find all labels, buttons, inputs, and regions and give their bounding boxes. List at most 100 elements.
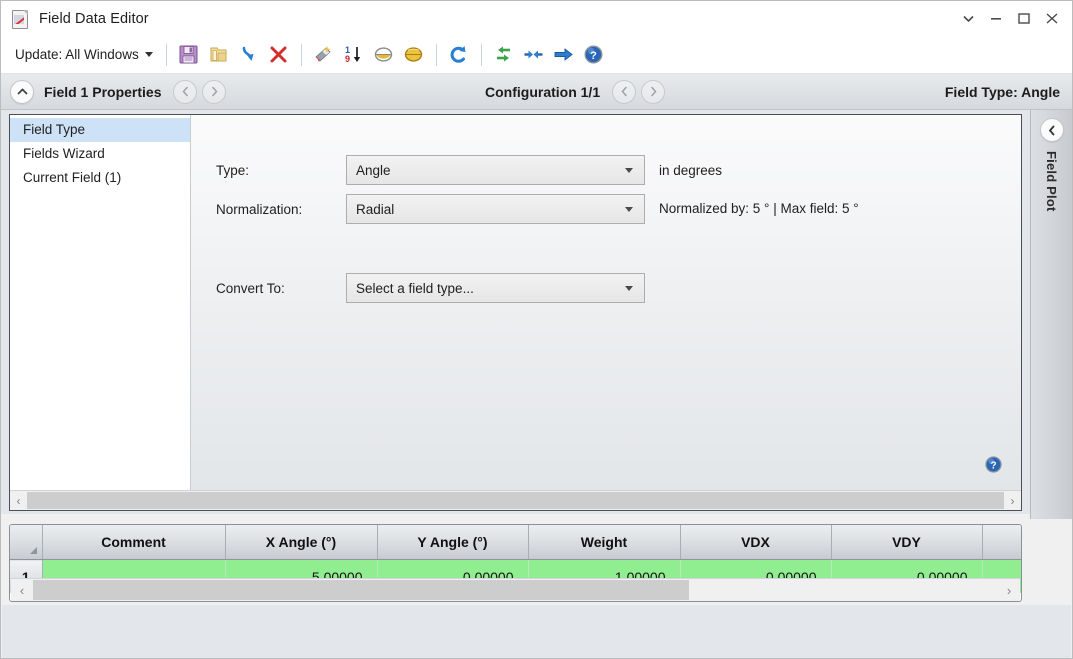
column-header-v[interactable]: V [982, 525, 1022, 560]
chevron-down-icon [625, 168, 633, 173]
panel-inner: Field Type Fields Wizard Current Field (… [10, 115, 1021, 490]
properties-navbar: Field 1 Properties Configuration 1/1 Fie… [1, 74, 1072, 110]
navbar-center-group: Configuration 1/1 [485, 80, 665, 104]
configuration-title: Configuration 1/1 [485, 84, 600, 100]
toolbar: Update: All Windows [1, 36, 1072, 74]
sidebar-item-current-field[interactable]: Current Field (1) [10, 166, 190, 190]
next-configuration-button[interactable] [641, 80, 665, 104]
chevron-down-icon [625, 207, 633, 212]
toolbar-separator [301, 44, 302, 66]
chevron-left-icon [620, 86, 629, 97]
navbar-left-group: Field 1 Properties [1, 80, 226, 104]
delete-button[interactable] [265, 41, 293, 69]
chevron-right-icon [210, 86, 219, 97]
column-header-weight[interactable]: Weight [528, 525, 680, 560]
chevron-down-icon [145, 52, 153, 57]
undo-button[interactable] [445, 41, 473, 69]
more-options-button[interactable] [954, 5, 982, 33]
convert-to-dropdown-value: Select a field type... [356, 281, 474, 296]
toolbar-separator [436, 44, 437, 66]
save-button[interactable] [175, 41, 203, 69]
ellipse-outline-button[interactable] [370, 41, 398, 69]
normalization-row: Normalization: Radial [216, 194, 645, 224]
window-title: Field Data Editor [39, 11, 149, 27]
chevron-down-icon [625, 286, 633, 291]
column-header-x-angle[interactable]: X Angle (°) [225, 525, 377, 560]
wizard-button[interactable] [310, 41, 338, 69]
convert-to-row: Convert To: Select a field type... [216, 273, 645, 303]
previous-field-button[interactable] [173, 80, 197, 104]
close-button[interactable] [1038, 5, 1066, 33]
apply-button[interactable] [550, 41, 578, 69]
type-row: Type: Angle [216, 155, 645, 185]
normalization-dropdown-value: Radial [356, 202, 394, 217]
sidebar-item-label: Fields Wizard [23, 146, 105, 161]
sidebar-item-label: Field Type [23, 122, 85, 137]
title-bar: Field Data Editor [1, 1, 1072, 36]
toolbar-separator [166, 44, 167, 66]
type-label: Type: [216, 163, 346, 178]
scroll-left-arrow[interactable]: ‹ [10, 495, 27, 507]
collapse-button[interactable] [520, 41, 548, 69]
grid-scroll-track[interactable] [33, 580, 998, 600]
svg-text:?: ? [590, 50, 597, 62]
chevron-left-icon [181, 86, 190, 97]
scroll-right-arrow[interactable]: › [1004, 495, 1021, 507]
field-plot-label: Field Plot [1044, 151, 1059, 212]
minimize-button[interactable] [982, 5, 1010, 33]
field-plot-dock: Field Plot [1030, 110, 1072, 519]
next-field-button[interactable] [202, 80, 226, 104]
svg-text:?: ? [990, 461, 996, 472]
field-data-grid[interactable]: Comment X Angle (°) Y Angle (°) Weight V… [9, 524, 1022, 602]
field-data-editor-window: Field Data Editor Update: All Windows [0, 0, 1073, 659]
scroll-thumb[interactable] [27, 492, 1004, 509]
column-header-vdy[interactable]: VDY [831, 525, 982, 560]
chevron-left-icon [1047, 125, 1057, 136]
grid-scroll-left-arrow[interactable]: ‹ [11, 584, 33, 597]
ellipse-filled-button[interactable] [400, 41, 428, 69]
collapse-properties-button[interactable] [10, 80, 34, 104]
column-header-y-angle[interactable]: Y Angle (°) [377, 525, 528, 560]
grid-scroll-thumb[interactable] [33, 580, 689, 600]
swap-button[interactable] [490, 41, 518, 69]
sort-button[interactable]: 1 9 [340, 41, 368, 69]
type-note: in degrees [659, 163, 722, 178]
grid-header-row: Comment X Angle (°) Y Angle (°) Weight V… [10, 525, 1022, 560]
open-button[interactable] [205, 41, 233, 69]
field-type-status: Field Type: Angle [945, 84, 1060, 100]
column-header-comment[interactable]: Comment [42, 525, 225, 560]
grid-scroll-right-arrow[interactable]: › [998, 584, 1020, 597]
type-dropdown[interactable]: Angle [346, 155, 645, 185]
update-scope-label: Update: All Windows [15, 47, 139, 62]
chevron-up-icon [17, 87, 28, 96]
update-scope-dropdown[interactable]: Update: All Windows [15, 45, 159, 64]
field-type-panel: Field Type Fields Wizard Current Field (… [9, 114, 1022, 511]
previous-configuration-button[interactable] [612, 80, 636, 104]
grid-corner-cell[interactable] [10, 525, 42, 560]
sidebar-item-field-type[interactable]: Field Type [10, 118, 190, 142]
properties-area: Field Type Fields Wizard Current Field (… [1, 110, 1072, 514]
maximize-button[interactable] [1010, 5, 1038, 33]
toolbar-separator [481, 44, 482, 66]
properties-content: Type: Angle in degrees Normalization: Ra… [191, 115, 1021, 490]
svg-text:9: 9 [345, 54, 350, 64]
column-header-vdx[interactable]: VDX [680, 525, 831, 560]
window-controls [954, 1, 1066, 36]
panel-help-button[interactable]: ? [984, 455, 1003, 474]
chevron-right-icon [649, 86, 658, 97]
scroll-track[interactable] [27, 492, 1004, 509]
convert-to-label: Convert To: [216, 281, 346, 296]
normalization-dropdown[interactable]: Radial [346, 194, 645, 224]
help-button[interactable]: ? [580, 41, 608, 69]
normalization-note: Normalized by: 5 ° | Max field: 5 ° [659, 201, 859, 216]
type-dropdown-value: Angle [356, 163, 391, 178]
panel-horizontal-scrollbar[interactable]: ‹ › [10, 490, 1021, 510]
normalization-label: Normalization: [216, 202, 346, 217]
insert-button[interactable] [235, 41, 263, 69]
convert-to-dropdown[interactable]: Select a field type... [346, 273, 645, 303]
expand-field-plot-button[interactable] [1040, 118, 1064, 142]
sidebar-item-fields-wizard[interactable]: Fields Wizard [10, 142, 190, 166]
properties-sidebar: Field Type Fields Wizard Current Field (… [10, 115, 191, 490]
sidebar-item-label: Current Field (1) [23, 170, 121, 185]
grid-horizontal-scrollbar[interactable]: ‹ › [11, 578, 1020, 601]
